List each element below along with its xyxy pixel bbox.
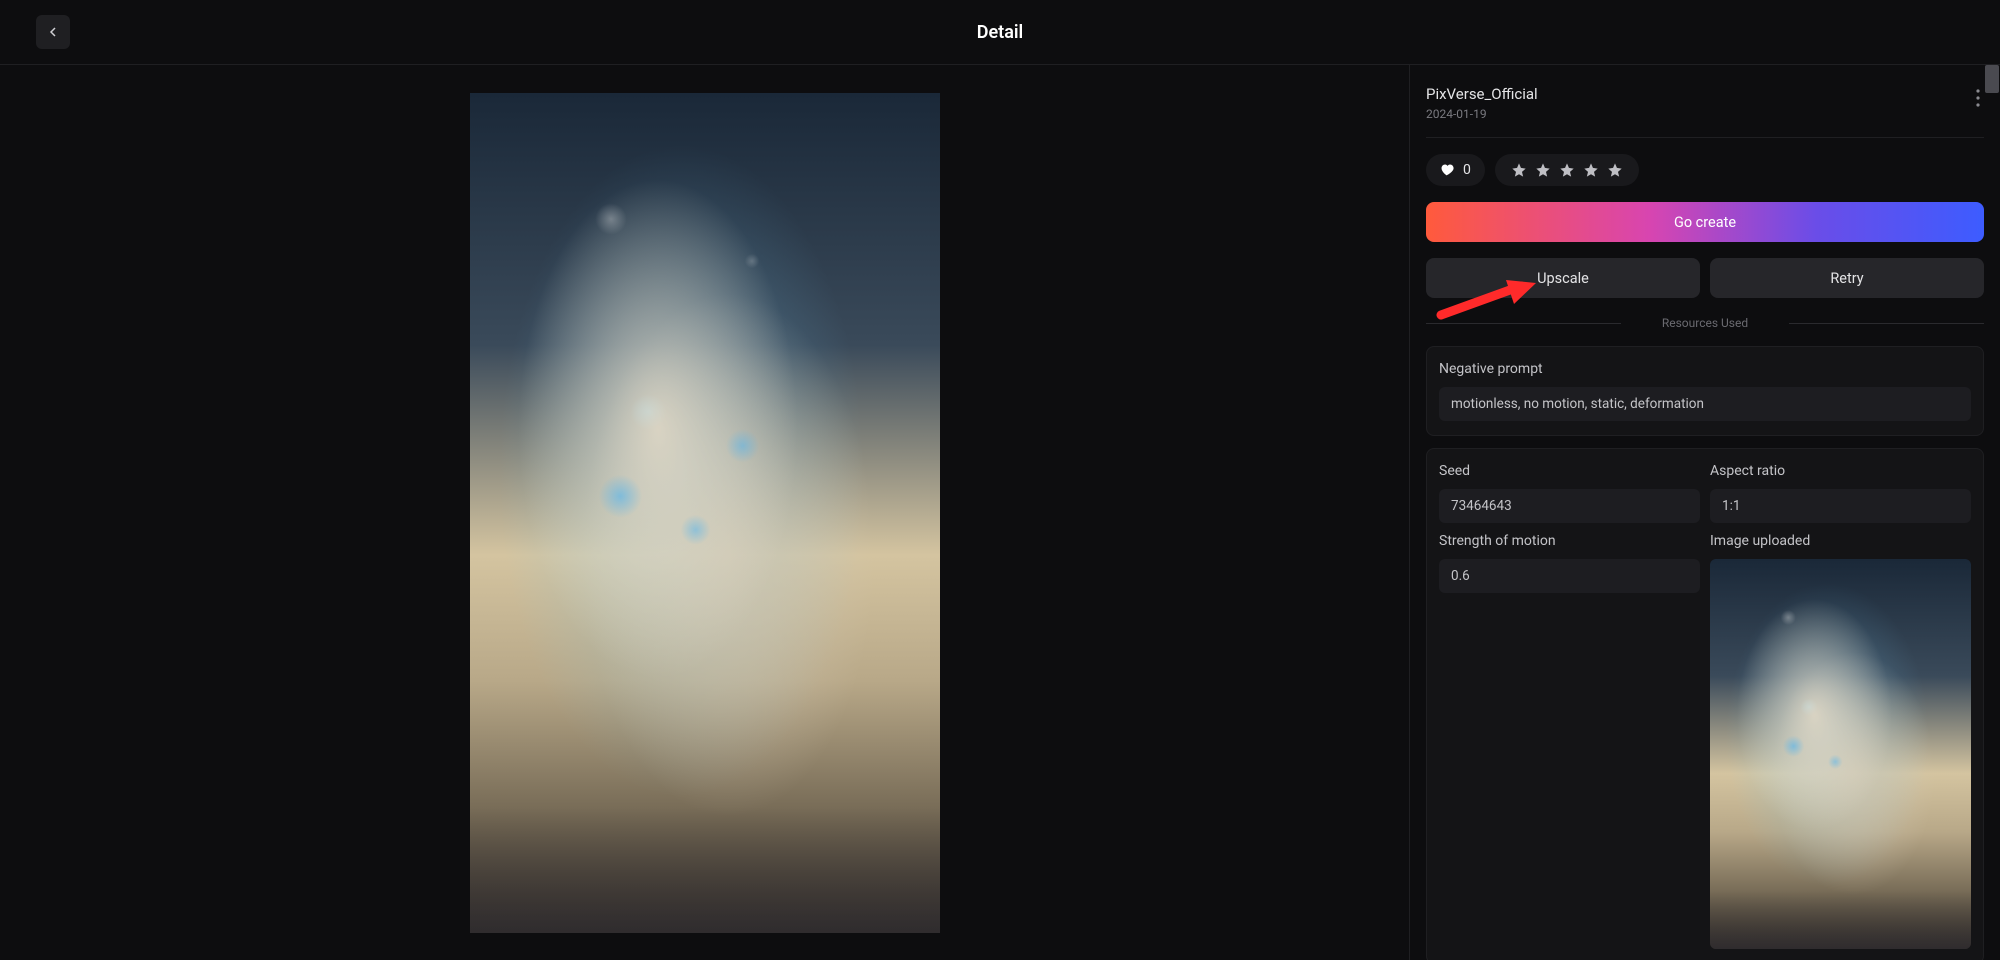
preview-image[interactable] <box>470 93 940 933</box>
star-icon <box>1583 162 1599 178</box>
go-create-label: Go create <box>1674 214 1736 231</box>
retry-button[interactable]: Retry <box>1710 258 1984 298</box>
strength-value: 0.6 <box>1439 559 1700 593</box>
more-vertical-icon <box>1976 89 1980 107</box>
created-date: 2024-01-19 <box>1426 107 1538 121</box>
seed-label: Seed <box>1439 463 1700 479</box>
page-title: Detail <box>977 22 1023 43</box>
image-uploaded-label: Image uploaded <box>1710 533 1971 549</box>
negative-prompt-label: Negative prompt <box>1439 361 1971 377</box>
detail-sidebar: PixVerse_Official 2024-01-19 0 Go create <box>1410 65 2000 960</box>
star-icon <box>1535 162 1551 178</box>
like-button[interactable]: 0 <box>1426 154 1485 186</box>
heart-icon <box>1440 162 1456 178</box>
aspect-ratio-value: 1:1 <box>1710 489 1971 523</box>
go-create-button[interactable]: Go create <box>1426 202 1984 242</box>
header: Detail <box>0 0 2000 65</box>
seed-value: 73464643 <box>1439 489 1700 523</box>
like-count: 0 <box>1463 162 1471 178</box>
preview-area <box>0 65 1410 960</box>
strength-label: Strength of motion <box>1439 533 1700 549</box>
retry-label: Retry <box>1830 270 1863 287</box>
resources-divider: Resources Used <box>1426 316 1984 330</box>
negative-prompt-value: motionless, no motion, static, deformati… <box>1439 387 1971 421</box>
aspect-ratio-label: Aspect ratio <box>1710 463 1971 479</box>
star-icon <box>1607 162 1623 178</box>
upscale-button[interactable]: Upscale <box>1426 258 1700 298</box>
arrow-left-icon <box>45 24 61 40</box>
more-button[interactable] <box>1972 85 1984 115</box>
back-button[interactable] <box>36 15 70 49</box>
star-icon <box>1559 162 1575 178</box>
rating-stars[interactable] <box>1495 154 1639 186</box>
upscale-label: Upscale <box>1537 270 1589 287</box>
user-name: PixVerse_Official <box>1426 85 1538 103</box>
params-section: Seed 73464643 Aspect ratio 1:1 Strength … <box>1426 448 1984 960</box>
star-icon <box>1511 162 1527 178</box>
uploaded-image-thumbnail[interactable] <box>1710 559 1971 949</box>
scrollbar[interactable] <box>1985 65 1999 93</box>
negative-prompt-section: Negative prompt motionless, no motion, s… <box>1426 346 1984 436</box>
